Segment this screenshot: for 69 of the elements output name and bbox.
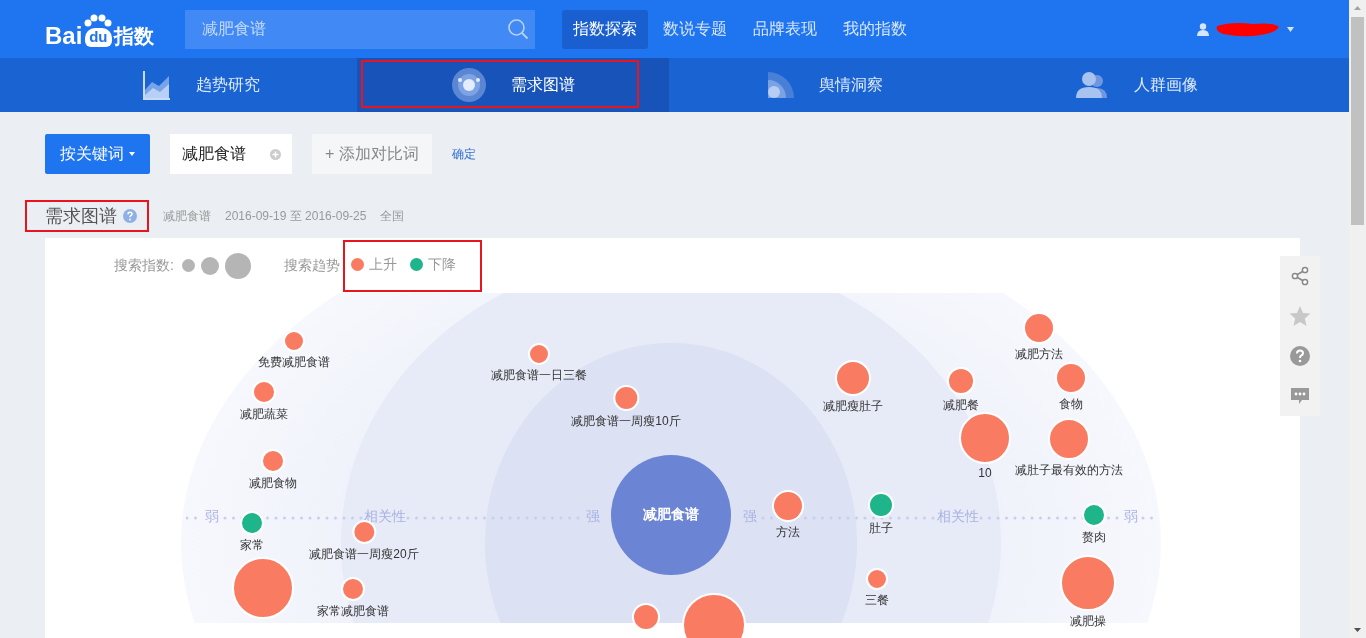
axis-label: 弱 — [205, 508, 219, 526]
signal-icon — [767, 71, 795, 100]
keyword-label: 免费减肥食谱 — [258, 354, 330, 371]
add-compare-button[interactable]: + 添加对比词 — [312, 134, 432, 174]
keyword-label: 减肥食谱一周瘦10斤 — [571, 413, 681, 430]
keyword-label: 减肥瘦肚子 — [823, 398, 883, 415]
section-title: 需求图谱 — [45, 205, 117, 228]
keyword-label: 减肚子最有效的方法 — [1015, 462, 1123, 479]
nav-link[interactable]: 我的指数 — [832, 9, 918, 49]
keyword-label: 家常减肥食谱 — [317, 603, 389, 620]
tab[interactable]: 人群画像 — [981, 58, 1293, 112]
size-dot-icon — [224, 252, 251, 279]
paw-icon — [83, 14, 114, 29]
keyword-field[interactable]: 减肥食谱 — [170, 134, 292, 174]
date-range-text: 2016-09-19 至 2016-09-25 — [225, 207, 367, 225]
keyword-label: 家常 — [240, 537, 264, 554]
keyword-bubble[interactable] — [283, 330, 305, 352]
people-icon — [1076, 72, 1110, 99]
scrollbar[interactable] — [1349, 0, 1366, 638]
confirm-link[interactable]: 确定 — [452, 145, 476, 163]
keyword-label: 三餐 — [865, 592, 889, 609]
nav-link[interactable]: 品牌表现 — [742, 9, 828, 49]
keyword-label: 减肥食谱一日三餐 — [491, 367, 587, 384]
keyword-mode-button[interactable]: 按关键词 — [45, 134, 150, 174]
logo-text: Bai — [45, 23, 83, 50]
star-icon — [1289, 305, 1311, 327]
keyword-label: 减肥操 — [1070, 613, 1106, 630]
axis-label: 弱 — [1124, 508, 1138, 526]
tab[interactable]: 趋势研究 — [45, 58, 357, 112]
axis-label: 相关性 — [937, 508, 979, 526]
logo-text: 指数 — [114, 24, 155, 50]
keyword-label: 减肥方法 — [1015, 346, 1063, 363]
target-icon — [451, 67, 487, 104]
search-icon[interactable] — [507, 18, 529, 41]
tab[interactable]: 需求图谱 — [357, 58, 669, 112]
nav-link[interactable]: 指数探索 — [562, 9, 648, 49]
legend-label: 上升 — [368, 255, 397, 274]
logo-text: du — [85, 28, 112, 48]
keyword-label: 方法 — [776, 524, 800, 541]
caret-icon[interactable] — [1287, 26, 1294, 32]
legend-label: 下降 — [427, 255, 456, 274]
keyword-label: 赘肉 — [1082, 529, 1106, 546]
region-text: 全国 — [380, 207, 405, 225]
help-icon — [1290, 346, 1310, 366]
keyword-label: 肚子 — [869, 520, 893, 537]
share-icon — [1290, 266, 1310, 286]
comment-icon — [1290, 387, 1310, 405]
legend-label: 搜索趋势 — [283, 256, 340, 275]
caret-icon — [129, 152, 135, 156]
size-dot-icon — [181, 259, 195, 272]
search-field[interactable]: 减肥食谱 — [200, 19, 507, 40]
keyword-label: 减肥食物 — [249, 475, 297, 492]
legend-label: 搜索指数: — [114, 256, 174, 275]
nav-link[interactable]: 数说专题 — [652, 9, 738, 49]
plus-circle-icon[interactable] — [270, 148, 281, 160]
keyword-label: 减肥食谱一周瘦20斤 — [309, 546, 419, 563]
help-icon[interactable] — [123, 209, 137, 223]
area-chart-icon — [142, 70, 172, 101]
keyword-label: 减肥餐 — [943, 397, 979, 414]
user-icon[interactable] — [1197, 22, 1209, 36]
keyword-label: 减肥蔬菜 — [240, 406, 288, 423]
search-box[interactable]: 减肥食谱 — [185, 9, 535, 49]
keyword-label: 10 — [978, 466, 992, 480]
axis-label: 相关性 — [364, 508, 406, 526]
tab[interactable]: 舆情洞察 — [669, 58, 981, 112]
keyword-label: 食物 — [1059, 396, 1083, 413]
keyword-bubble[interactable] — [632, 603, 660, 631]
keyword-text: 减肥食谱 — [163, 207, 211, 225]
size-dot-icon — [200, 256, 219, 275]
